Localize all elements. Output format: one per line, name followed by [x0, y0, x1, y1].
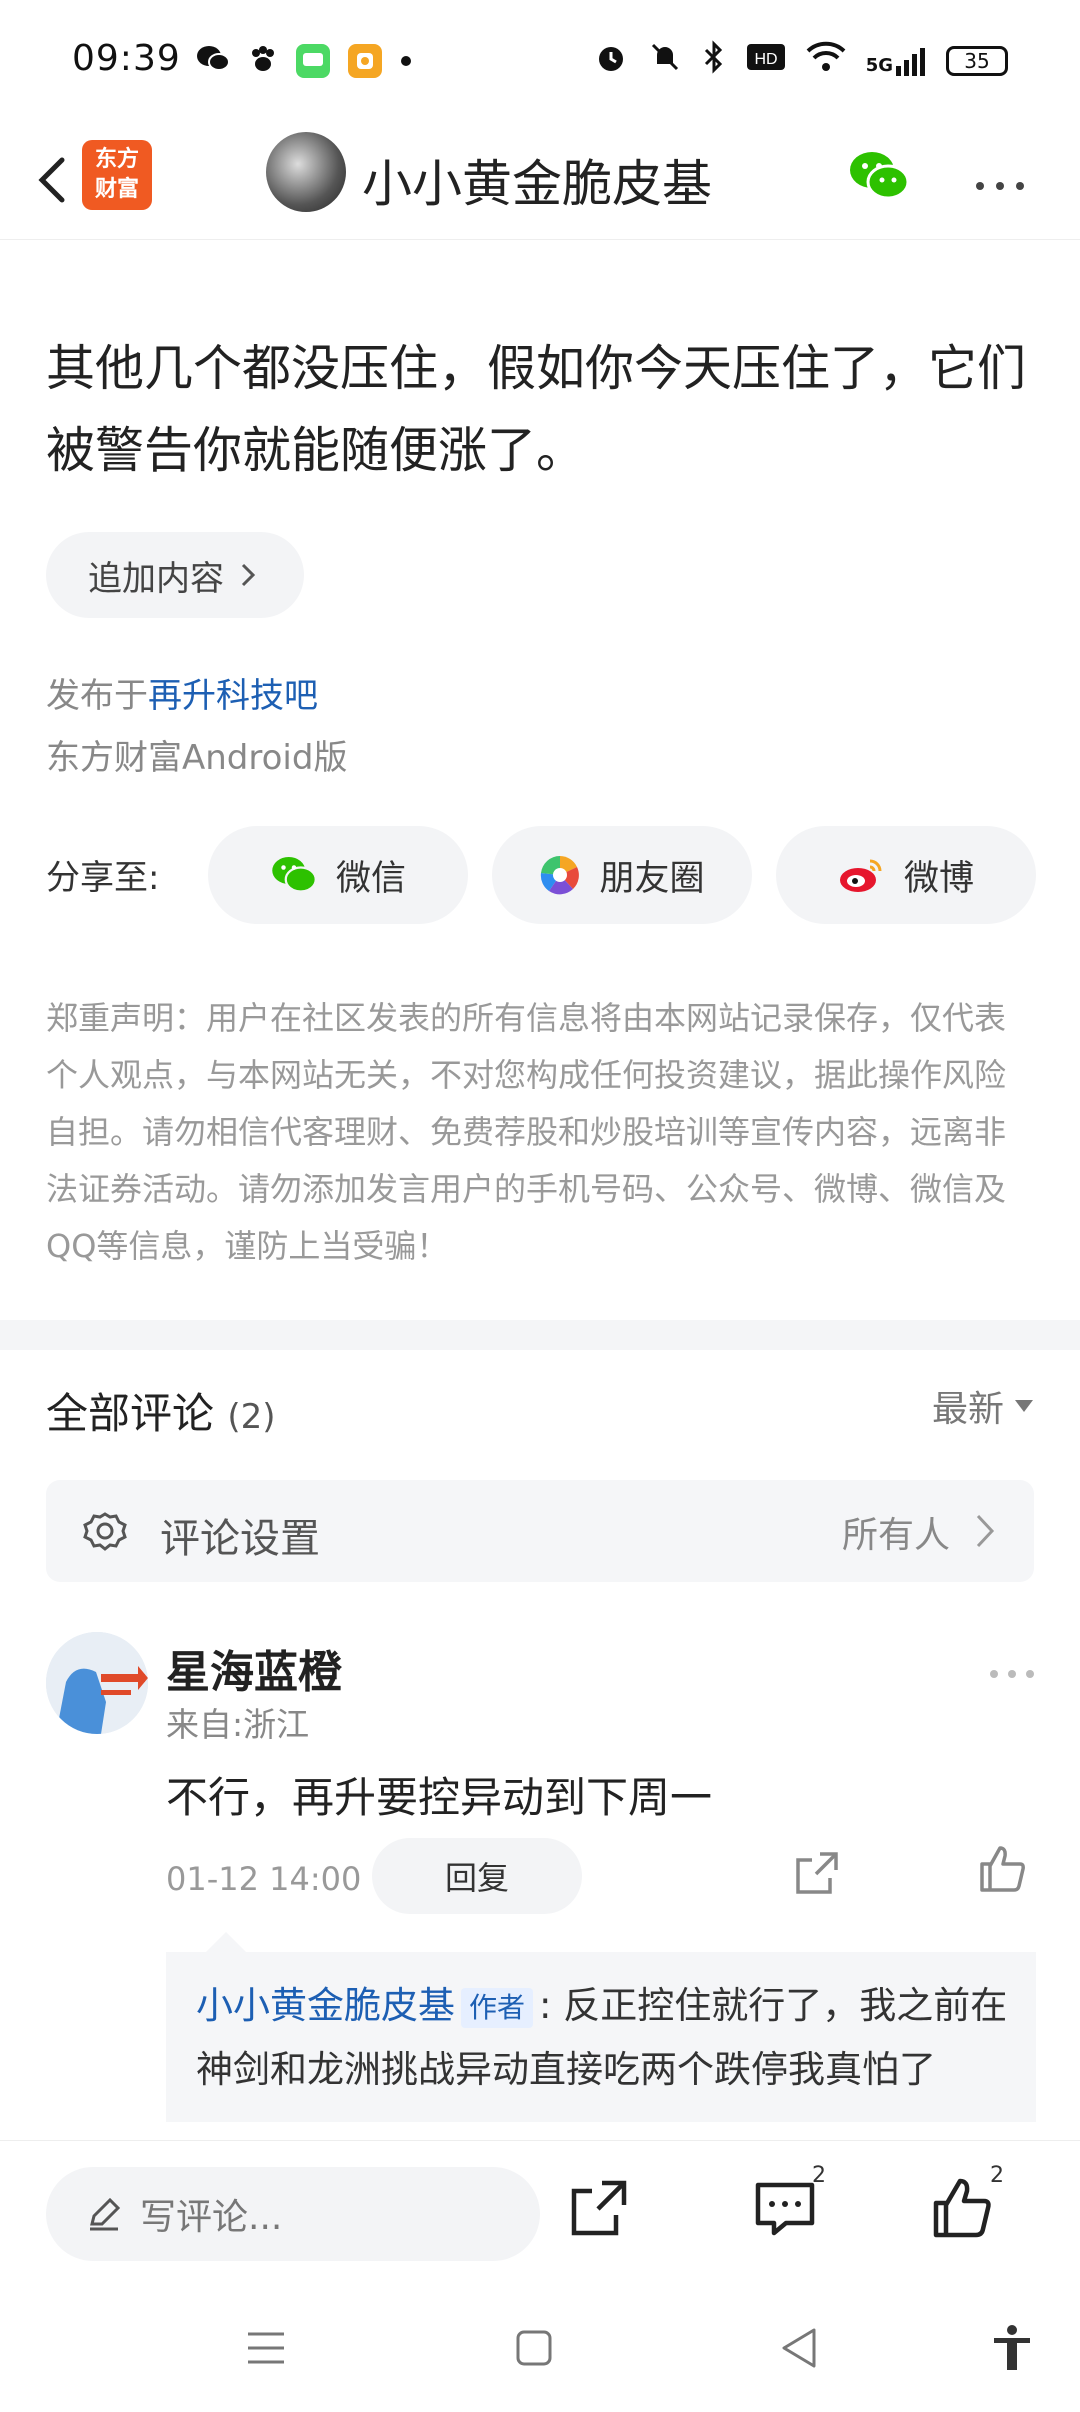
- sort-dropdown[interactable]: 最新: [932, 1380, 1034, 1432]
- post-content: 其他几个都没压住，假如你今天压住了，它们被警告你就能随便涨了。: [46, 340, 1027, 479]
- chevron-right-icon: [976, 1514, 995, 1548]
- menu-icon[interactable]: [240, 2322, 292, 2374]
- write-comment-input[interactable]: 写评论...: [46, 2167, 540, 2261]
- hd-icon: HD: [746, 42, 786, 79]
- caret-down-icon: [1015, 1400, 1033, 1412]
- top-nav-bar: 东方 财富 小小黄金脆皮基: [0, 120, 1080, 240]
- commenter-location: 来自:浙江: [166, 1705, 310, 1744]
- battery-icon: 35: [946, 45, 1008, 76]
- wifi-icon: [806, 41, 846, 80]
- mute-icon: [648, 40, 682, 81]
- reply-author[interactable]: 小小黄金脆皮基: [196, 1984, 455, 2027]
- app-icon: [348, 44, 382, 78]
- disclaimer-text: 郑重声明：用户在社区发表的所有信息将由本网站记录保存，仅代表个人观点，与本网站无…: [46, 999, 1007, 1265]
- reply-pointer: [206, 1932, 246, 1952]
- back-button[interactable]: [22, 142, 86, 218]
- thumbs-up-icon[interactable]: [930, 2175, 996, 2241]
- more-options-button[interactable]: [972, 160, 1028, 206]
- bluetooth-icon: [702, 40, 726, 81]
- status-bar: 09:39 HD 5G 35: [0, 0, 1080, 120]
- share-wechat-button[interactable]: 微信: [208, 826, 468, 924]
- comments-count: (2): [227, 1397, 276, 1437]
- status-time: 09:39: [72, 38, 181, 79]
- gear-icon: [83, 1512, 127, 1551]
- system-nav-bar: [0, 2290, 1080, 2412]
- share-icon[interactable]: [790, 1846, 844, 1900]
- share-row: 分享至: 微信 朋友圈 微博: [46, 826, 1046, 924]
- nested-reply[interactable]: 小小黄金脆皮基 作者: 反正控住就行了，我之前在神剑和龙洲挑战异动直接吃两个跌停我…: [166, 1952, 1036, 2122]
- dot-icon: [400, 52, 412, 71]
- baidu-icon: [248, 44, 278, 78]
- thumbs-up-icon[interactable]: [976, 1842, 1030, 1896]
- share-weibo-button[interactable]: 微博: [776, 826, 1036, 924]
- comment-item: 星海蓝橙 来自:浙江 不行，再升要控异动到下周一 01-12 14:00 回复 …: [46, 1632, 1036, 2122]
- back-triangle-icon[interactable]: [774, 2322, 826, 2374]
- bottom-action-bar: 写评论... 2 2: [0, 2140, 1080, 2290]
- chevron-right-icon: [241, 563, 256, 587]
- accessibility-icon[interactable]: [986, 2322, 1038, 2374]
- comment-text: 不行，再升要控异动到下周一: [166, 1773, 713, 1822]
- commenter-name[interactable]: 星海蓝橙: [166, 1636, 342, 1700]
- commenter-avatar[interactable]: [46, 1632, 148, 1734]
- notification-icons: [196, 44, 412, 78]
- section-divider: [0, 1320, 1080, 1350]
- comment-time: 01-12 14:00: [166, 1860, 362, 1898]
- comment-settings-row[interactable]: 评论设置 所有人: [46, 1480, 1034, 1582]
- forum-link[interactable]: 再升科技吧: [148, 676, 318, 716]
- author-badge: 作者: [461, 1987, 534, 2028]
- like-count-badge: 2: [990, 2163, 1004, 2188]
- system-icons: HD 5G 35: [594, 40, 1008, 81]
- weibo-icon: [839, 859, 882, 892]
- comment-icon[interactable]: [752, 2175, 818, 2241]
- signal-icon: 5G: [866, 46, 926, 76]
- wechat-icon: [196, 44, 230, 78]
- moments-icon: [541, 855, 580, 895]
- comment-more-button[interactable]: [988, 1648, 1036, 1689]
- wechat-icon: [272, 857, 317, 893]
- page-title[interactable]: 小小黄金脆皮基: [362, 144, 712, 216]
- messages-icon: [296, 44, 330, 78]
- author-avatar[interactable]: [266, 132, 346, 212]
- wechat-icon[interactable]: [848, 148, 910, 204]
- share-label: 分享至:: [46, 858, 160, 898]
- app-logo[interactable]: 东方 财富: [82, 140, 152, 210]
- alarm-icon: [594, 40, 628, 81]
- append-content-button[interactable]: 追加内容: [46, 532, 304, 618]
- home-icon[interactable]: [508, 2322, 560, 2374]
- pencil-icon: [90, 2197, 121, 2231]
- client-info: 东方财富Android版: [46, 738, 348, 778]
- share-moments-button[interactable]: 朋友圈: [492, 826, 752, 924]
- comment-count-badge: 2: [812, 2163, 826, 2188]
- comments-title: 全部评论 (2): [46, 1389, 276, 1438]
- share-icon[interactable]: [566, 2175, 632, 2241]
- svg-text:HD: HD: [754, 51, 777, 68]
- published-info: 发布于再升科技吧: [46, 676, 318, 716]
- reply-button[interactable]: 回复: [372, 1838, 582, 1914]
